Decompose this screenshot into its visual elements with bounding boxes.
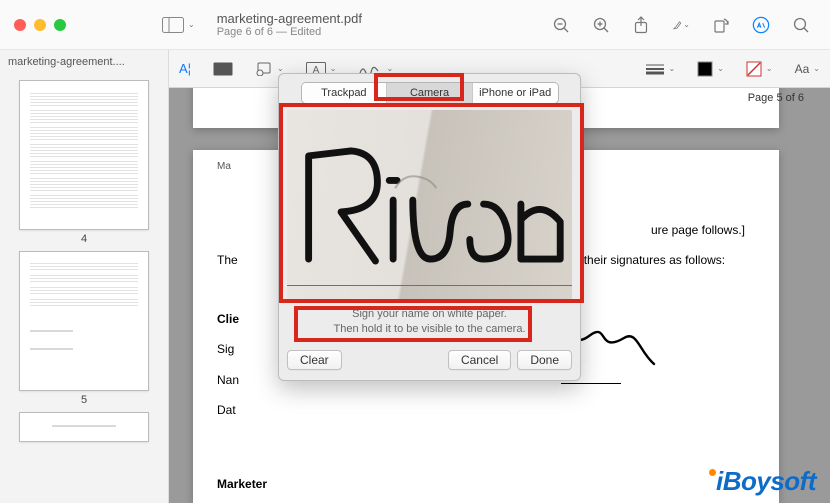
clear-button[interactable]: Clear [287,350,342,370]
highlight-button[interactable]: ⌄ [672,16,690,34]
thumb-label: 5 [19,394,149,406]
baseline-guide [287,285,572,286]
zoom-in-button[interactable] [592,16,610,34]
redact-tool[interactable] [213,62,233,76]
section-label: Marketer [217,477,267,491]
markup-toggle-button[interactable] [752,16,770,34]
toggle-sidebar-button[interactable]: ⌄ [162,17,195,33]
signature-popover: Trackpad Camera iPhone or iPad Sign your… [278,73,581,381]
cancel-button[interactable]: Cancel [448,350,511,370]
section-label: Clie [217,312,239,326]
document-title: marketing-agreement.pdf [217,11,362,26]
search-button[interactable] [792,16,810,34]
page-header-fragment: Ma [217,158,231,175]
title-block: marketing-agreement.pdf Page 6 of 6 — Ed… [217,11,362,38]
done-button[interactable]: Done [517,350,572,370]
captured-signature [287,110,572,300]
window-titlebar: ⌄ marketing-agreement.pdf Page 6 of 6 — … [0,0,830,50]
tab-iphone-ipad[interactable]: iPhone or iPad [473,83,558,103]
camera-preview [287,110,572,300]
document-subtitle: Page 6 of 6 — Edited [217,26,362,38]
body-text: The [217,253,238,267]
zoom-window-button[interactable] [54,19,66,31]
zoom-out-button[interactable] [552,16,570,34]
tab-camera[interactable]: Camera [387,83,473,103]
chevron-down-icon: ⌄ [683,20,690,29]
page-thumbnail[interactable] [19,412,149,442]
field-label: Sig [217,339,281,359]
text-selection-tool[interactable]: A¦ [179,61,191,76]
rotate-button[interactable] [712,16,730,34]
page-number-label: Page 5 of 6 [748,92,804,104]
thumb-label: 4 [19,233,149,245]
font-style-tool[interactable]: Aa⌄ [795,62,820,76]
help-text: Sign your name on white paper. Then hold… [279,300,580,346]
watermark-logo: iBoysoft [709,466,816,497]
page-thumbnail[interactable]: 5 [19,251,149,406]
window-controls [8,19,72,31]
minimize-window-button[interactable] [34,19,46,31]
stroke-color-tool[interactable]: ⌄ [697,61,724,77]
chevron-down-icon: ⌄ [188,20,195,29]
body-text: ure page follows.] [651,223,745,237]
signature-source-tabs: Trackpad Camera iPhone or iPad [301,82,559,104]
fill-color-tool[interactable]: ⌄ [746,61,773,77]
page-thumbnail[interactable]: 4 [19,80,149,245]
field-label: Dat [217,400,281,420]
sidebar-doc-title: marketing-agreement.... [0,50,168,74]
field-label: Nan [217,370,281,390]
close-window-button[interactable] [14,19,26,31]
share-button[interactable] [632,16,650,34]
tab-trackpad[interactable]: Trackpad [302,83,388,103]
line-style-tool[interactable]: ⌄ [645,63,676,75]
thumbnails-sidebar: marketing-agreement.... 4 5 [0,50,169,503]
